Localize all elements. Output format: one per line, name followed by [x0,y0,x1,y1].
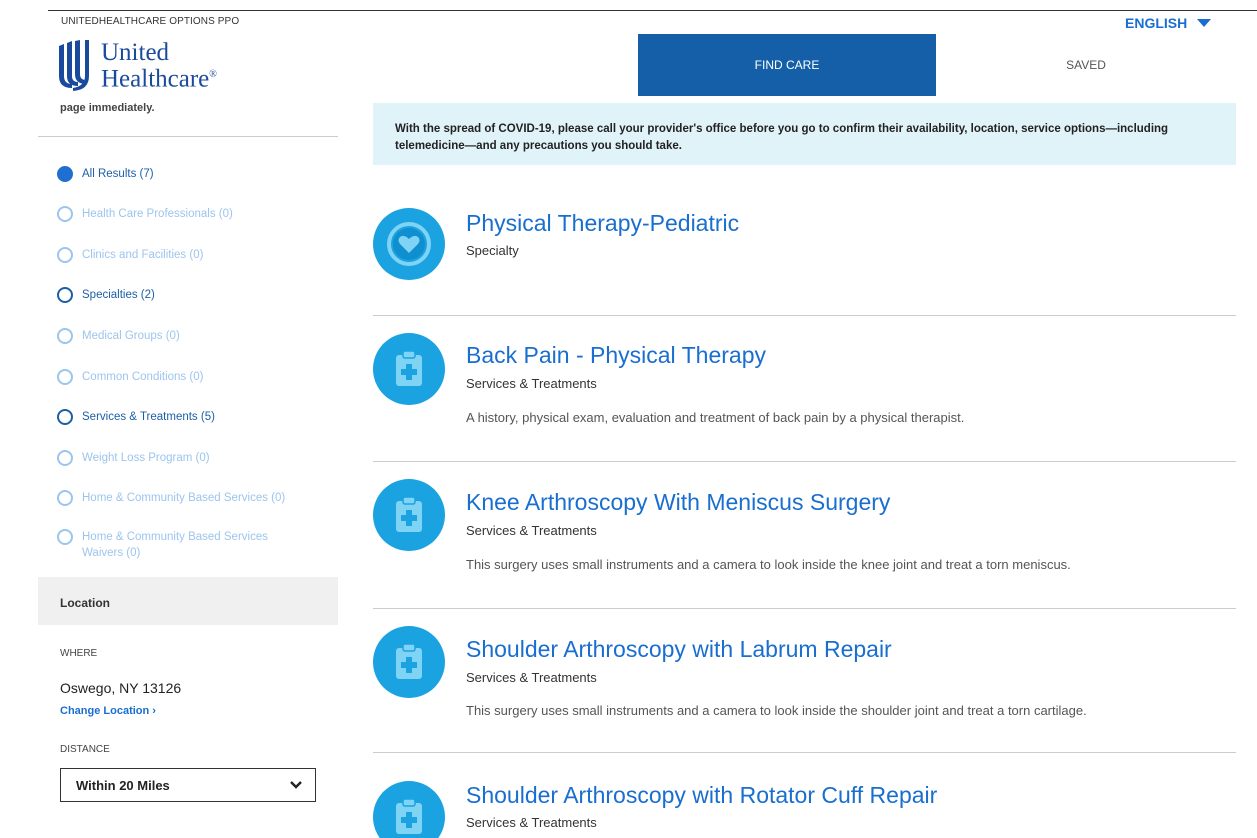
result-category: Specialty [466,243,519,258]
filter-label: Medical Groups (0) [82,330,180,342]
filter-all-results[interactable]: All Results (7) [57,166,154,182]
filter-label: Clinics and Facilities (0) [82,249,204,261]
filter-common-conditions[interactable]: Common Conditions (0) [57,369,203,385]
result-category: Services & Treatments [466,815,597,830]
filter-label: All Results (7) [82,168,154,180]
radio-icon[interactable] [57,529,73,545]
language-label: ENGLISH [1125,15,1188,31]
result-category: Services & Treatments [466,376,597,391]
filter-home-community-services[interactable]: Home & Community Based Services (0) [57,490,285,506]
logo-line-2: Healthcare [101,65,210,93]
radio-icon[interactable] [57,328,73,344]
clipboard-plus-icon [373,333,445,405]
clipboard-plus-icon [373,626,445,698]
plan-name: UNITEDHEALTHCARE OPTIONS PPO [61,16,240,27]
sidebar-divider [38,136,338,137]
result-description: This surgery uses small instruments and … [466,703,1087,718]
location-heading: Location [38,577,338,625]
filter-label: Health Care Professionals (0) [82,208,233,220]
registered-mark: ® [209,68,217,80]
filter-label: Specialties (2) [82,289,155,301]
uhc-shield-icon [59,40,89,91]
radio-icon[interactable] [57,450,73,466]
where-label: WHERE [60,648,98,659]
distance-select[interactable]: Within 20 Miles [60,768,316,802]
result-divider [373,315,1236,316]
result-title-link[interactable]: Physical Therapy-Pediatric [466,210,739,237]
top-bar: UNITEDHEALTHCARE OPTIONS PPO ENGLISH [0,0,1257,34]
filter-label: Home & Community Based Services (0) [82,492,286,504]
result-description: A history, physical exam, evaluation and… [466,410,965,425]
filter-medical-groups[interactable]: Medical Groups (0) [57,328,180,344]
result-divider [373,608,1236,609]
chevron-right-icon: › [152,705,156,717]
change-location-label: Change Location [60,705,150,717]
radio-icon[interactable] [57,490,73,506]
clipboard-plus-icon [373,781,445,838]
result-divider [373,752,1236,753]
result-title-link[interactable]: Shoulder Arthroscopy with Labrum Repair [466,636,892,663]
logo-wordmark: United Healthcare® [101,38,217,93]
result-description: This surgery uses small instruments and … [466,557,1071,572]
result-divider [373,461,1236,462]
radio-icon[interactable] [57,409,73,425]
filter-services-treatments[interactable]: Services & Treatments (5) [57,409,215,425]
tab-find-care[interactable]: FIND CARE [638,34,936,96]
heart-icon [373,208,445,280]
sidebar-truncated-text: page immediately. [60,102,155,114]
result-category: Services & Treatments [466,670,597,685]
distance-label: DISTANCE [60,744,110,755]
filter-label: Services & Treatments (5) [82,411,215,423]
filter-health-care-professionals[interactable]: Health Care Professionals (0) [57,206,233,222]
change-location-link[interactable]: Change Location › [60,705,156,717]
language-selector[interactable]: ENGLISH [1125,15,1212,31]
radio-selected-icon[interactable] [57,166,73,182]
logo-line-1: United [101,38,170,66]
filter-label: Common Conditions (0) [82,371,204,383]
caret-down-icon [1197,19,1212,27]
filter-clinics-facilities[interactable]: Clinics and Facilities (0) [57,247,203,263]
chevron-down-icon [290,781,302,789]
top-rule [48,10,1257,11]
filter-specialties[interactable]: Specialties (2) [57,287,155,303]
filter-home-community-waivers[interactable]: Home & Community Based Services Waivers … [57,529,312,561]
filter-label: Home & Community Based Services Waivers … [82,531,268,559]
distance-value: Within 20 Miles [76,777,170,793]
radio-icon[interactable] [57,206,73,222]
result-title-link[interactable]: Back Pain - Physical Therapy [466,342,766,369]
filter-label: Weight Loss Program (0) [82,452,210,464]
radio-icon[interactable] [57,247,73,263]
result-category: Services & Treatments [466,523,597,538]
result-title-link[interactable]: Knee Arthroscopy With Meniscus Surgery [466,489,890,516]
tab-saved[interactable]: SAVED [936,34,1236,96]
radio-icon[interactable] [57,287,73,303]
result-title-link[interactable]: Shoulder Arthroscopy with Rotator Cuff R… [466,782,937,809]
radio-icon[interactable] [57,369,73,385]
clipboard-plus-icon [373,479,445,551]
unitedhealthcare-logo[interactable]: United Healthcare® [57,40,217,92]
where-value: Oswego, NY 13126 [60,680,182,696]
covid-notice: With the spread of COVID-19, please call… [373,103,1236,165]
filter-weight-loss-program[interactable]: Weight Loss Program (0) [57,450,210,466]
